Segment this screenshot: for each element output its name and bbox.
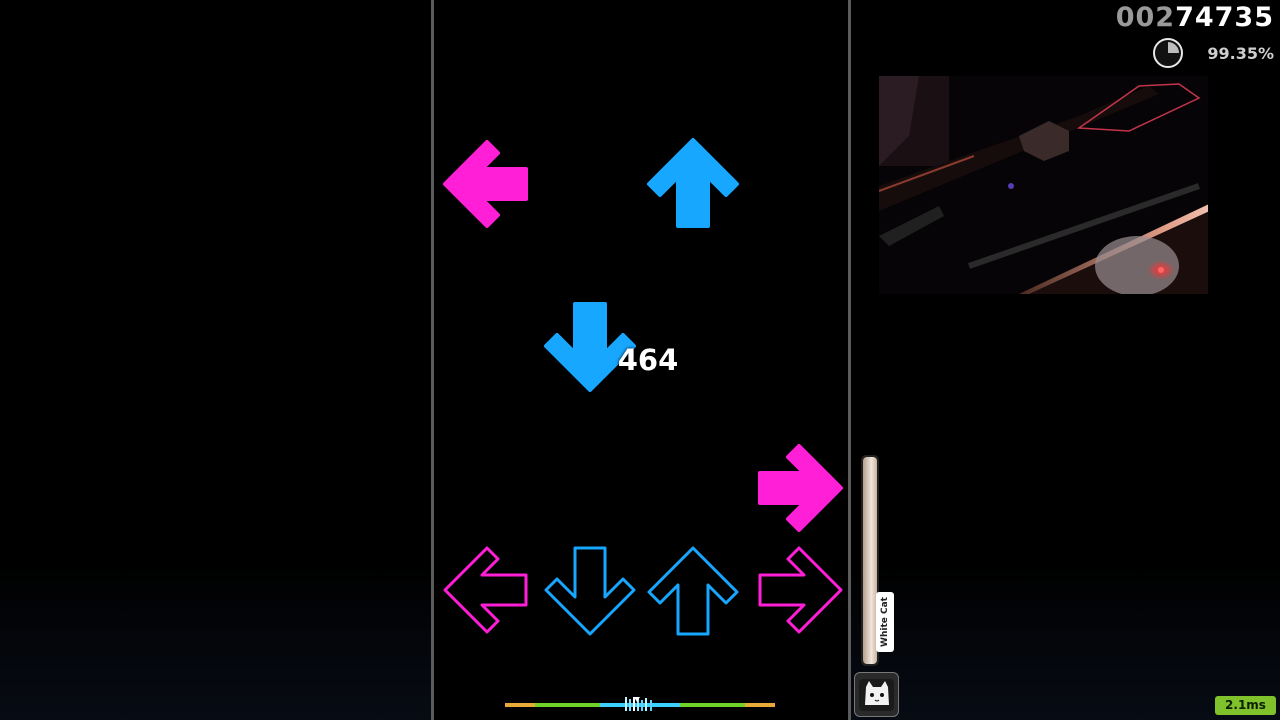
cat-avatar-icon xyxy=(859,679,894,711)
note-left-lane xyxy=(443,140,528,228)
score-value: 74735 xyxy=(1175,2,1274,33)
webcam-overlay xyxy=(879,76,1208,294)
player-name-tag: White Cat xyxy=(876,592,894,652)
receptor-down xyxy=(544,546,636,636)
note-up-lane xyxy=(647,138,739,228)
receptor-up xyxy=(647,546,739,636)
playfield-right-border xyxy=(848,0,851,720)
player-name: White Cat xyxy=(880,597,890,647)
receptor-left xyxy=(443,546,528,634)
score-display: 00274735 xyxy=(1116,2,1274,33)
accuracy-row: 99.35% xyxy=(1153,38,1274,68)
song-progress-pie-icon xyxy=(1153,38,1184,68)
score-leading-zeros: 002 xyxy=(1115,2,1176,33)
combo-counter: 464 xyxy=(617,343,679,377)
accuracy-percentage: 99.35% xyxy=(1207,43,1274,63)
health-fill xyxy=(863,457,877,664)
receptor-right xyxy=(758,546,843,634)
latency-badge: 2.1ms xyxy=(1215,696,1276,715)
note-right-lane xyxy=(758,444,843,532)
player-avatar xyxy=(854,672,899,717)
hit-error-bar xyxy=(505,697,775,711)
playfield-left-border xyxy=(431,0,434,720)
